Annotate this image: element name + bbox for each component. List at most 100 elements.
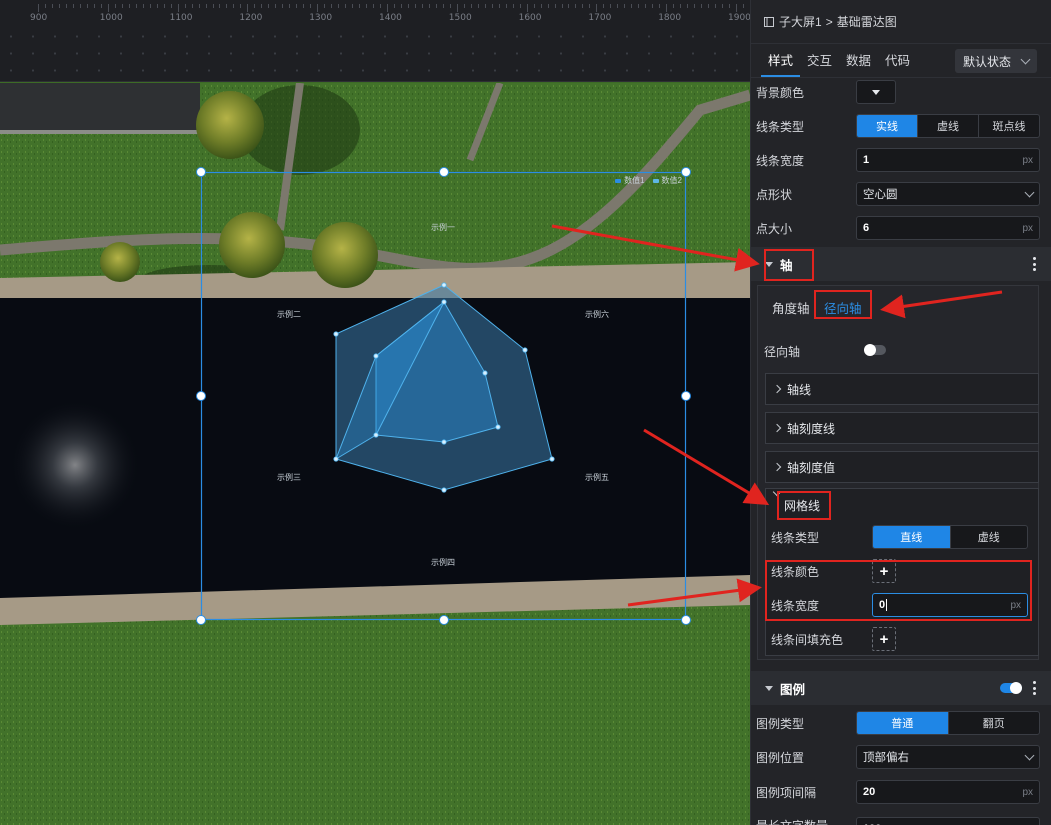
legend-spacing-value: 20: [863, 786, 876, 798]
breadcrumb-separator: >: [825, 14, 833, 29]
subtab-angle-axis[interactable]: 角度轴: [772, 298, 810, 317]
radar-chart[interactable]: 数值1 数值2 示例一 示例二 示例三 示例四 示例五 示例六: [196, 167, 691, 625]
ruler-mark: [247, 4, 249, 12]
point-size-value: 6: [863, 222, 870, 234]
ruler-mark: [380, 4, 382, 8]
ruler-dot-grid: [0, 28, 750, 80]
radial-axis-toggle[interactable]: [864, 344, 886, 356]
subtab-radial-axis[interactable]: 径向轴: [824, 298, 862, 317]
legend-type-segment: 普通 翻页: [856, 711, 1040, 735]
app-root: 900 1000 1100 1200 1300 1400 1500 1600 1700 1800 1…: [0, 0, 1051, 825]
legend-item-1[interactable]: 数值1: [615, 175, 645, 186]
ruler-mark: [51, 4, 53, 8]
ruler-mark: [393, 4, 395, 8]
resize-handle-left[interactable]: [196, 391, 206, 401]
category-label-5: 示例五: [585, 473, 609, 482]
legend-type-label: 图例类型: [756, 716, 805, 731]
chart-legend[interactable]: 数值1 数值2: [615, 175, 682, 186]
grid-line-width-input[interactable]: 0 px: [872, 593, 1028, 617]
legend-section-header[interactable]: 图例: [751, 671, 1051, 705]
grid-line-color-add-button[interactable]: +: [872, 559, 896, 583]
ruler-mark: [170, 4, 172, 8]
tab-style[interactable]: 样式: [761, 50, 801, 77]
gridline-settings: 网格线 线条类型 直线 虚线 线条颜色 + 线条宽度 0 px 线条间填充色 +: [765, 487, 1039, 656]
ruler-mark: [449, 4, 451, 8]
line-type-dashed[interactable]: 虚线: [917, 115, 978, 137]
axis-section-header[interactable]: 轴: [751, 247, 1051, 281]
radar-point: [441, 299, 447, 305]
grid-line-type-dashed[interactable]: 虚线: [949, 526, 1028, 548]
grid-fill-add-button[interactable]: +: [872, 627, 896, 651]
resize-handle-top-left[interactable]: [196, 167, 206, 177]
resize-handle-top[interactable]: [439, 167, 449, 177]
ruler-mark: [428, 4, 430, 8]
grid-line-type-straight[interactable]: 直线: [873, 526, 950, 548]
legend-max-text-input[interactable]: 100: [856, 817, 1040, 825]
chevron-down-icon: [1024, 750, 1035, 760]
legend-position-select[interactable]: 顶部偏右: [856, 745, 1040, 769]
resize-handle-bottom-right[interactable]: [681, 615, 691, 625]
ruler-mark: [205, 4, 207, 8]
row-point-shape: 点形状 空心圆: [751, 177, 1051, 211]
line-type-dotted[interactable]: 斑点线: [978, 115, 1039, 137]
breadcrumb-parent[interactable]: 子大屏1: [779, 13, 822, 30]
ruler-mark: [142, 4, 144, 8]
grid-line-width-value: 0: [879, 599, 886, 611]
legend-item-2[interactable]: 数值2: [652, 175, 682, 186]
ruler-tick-label: 1300: [309, 13, 333, 23]
resize-handle-right[interactable]: [681, 391, 691, 401]
grid-line-width-label: 线条宽度: [771, 599, 820, 613]
bg-color-picker[interactable]: [856, 80, 896, 104]
line-type-solid[interactable]: 实线: [857, 115, 917, 137]
tab-data[interactable]: 数据: [839, 50, 878, 77]
ruler-mark: [289, 4, 291, 8]
legend-spacing-label: 图例项间隔: [756, 785, 817, 800]
collapse-axis-tick-title: 轴刻度线: [787, 421, 836, 436]
category-label-2: 示例二: [277, 310, 301, 319]
legend-spacing-input[interactable]: 20 px: [856, 780, 1040, 804]
ruler-mark: [331, 4, 333, 8]
legend-type-paged[interactable]: 翻页: [947, 712, 1040, 734]
chevron-right-icon: [772, 462, 782, 472]
more-vertical-icon[interactable]: [1032, 257, 1036, 271]
collapse-axis-line[interactable]: 轴线: [765, 373, 1039, 405]
more-vertical-icon[interactable]: [1032, 681, 1036, 695]
ruler-mark: [338, 4, 340, 8]
row-legend-type: 图例类型 普通 翻页: [751, 706, 1051, 740]
resize-handle-bottom[interactable]: [439, 615, 449, 625]
chevron-down-icon: [1024, 187, 1035, 197]
state-dropdown[interactable]: 默认状态: [955, 49, 1037, 73]
legend-toggle[interactable]: [1000, 682, 1022, 694]
legend-swatch-1: [615, 178, 622, 183]
tab-interaction[interactable]: 交互: [800, 50, 839, 77]
legend-section-title: 图例: [780, 682, 806, 697]
tab-code[interactable]: 代码: [878, 50, 917, 77]
ruler-mark: [303, 4, 305, 8]
radar-point: [333, 456, 339, 462]
ruler-mark: [617, 4, 619, 8]
point-shape-select[interactable]: 空心圆: [856, 182, 1040, 206]
radar-point: [495, 424, 501, 430]
resize-handle-bottom-left[interactable]: [196, 615, 206, 625]
ruler-mark: [512, 4, 514, 8]
legend-type-normal[interactable]: 普通: [857, 712, 948, 734]
ruler-mark: [226, 4, 228, 8]
ruler-mark: [240, 4, 242, 8]
collapse-axis-tick-value[interactable]: 轴刻度值: [765, 451, 1039, 483]
line-width-input[interactable]: 1 px: [856, 148, 1040, 172]
ruler-mark: [470, 4, 472, 8]
ruler-mark: [554, 4, 556, 8]
collapse-gridline[interactable]: 网格线: [766, 487, 1038, 521]
radar-point: [522, 347, 528, 353]
resize-handle-top-right[interactable]: [681, 167, 691, 177]
category-label-4: 示例四: [431, 558, 455, 567]
radar-point: [441, 439, 447, 445]
horizontal-ruler: 900 1000 1100 1200 1300 1400 1500 1600 1700 1800 1…: [0, 0, 750, 82]
ruler-mark: [561, 4, 563, 8]
bg-color-label: 背景颜色: [756, 85, 805, 100]
ruler-tick-label: 1600: [518, 13, 542, 23]
collapse-axis-tick[interactable]: 轴刻度线: [765, 412, 1039, 444]
radar-point: [373, 353, 379, 359]
point-size-input[interactable]: 6 px: [856, 216, 1040, 240]
design-canvas[interactable]: 900 1000 1100 1200 1300 1400 1500 1600 1700 1800 1…: [0, 0, 750, 825]
